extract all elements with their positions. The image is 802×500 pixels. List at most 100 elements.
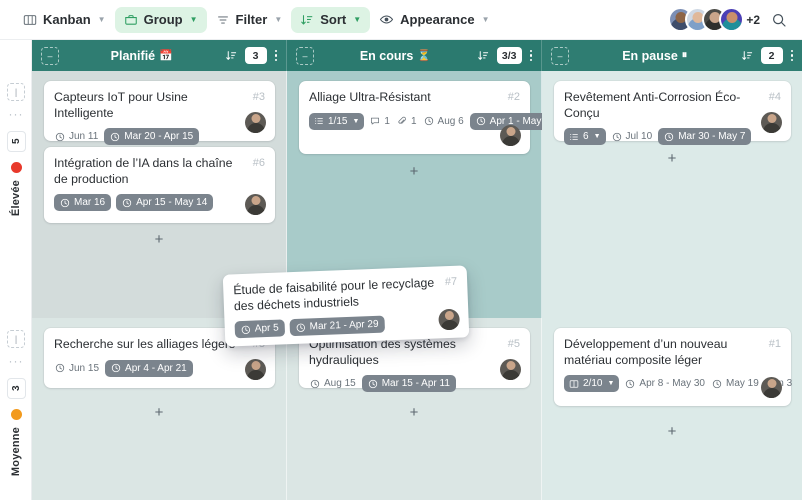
clock-icon (368, 379, 378, 389)
swimlane-menu-button[interactable]: ··· (9, 108, 24, 120)
card-assignee-avatar[interactable] (245, 112, 266, 133)
search-icon (771, 12, 787, 28)
card-chip-date[interactable]: Mar 16 (54, 194, 112, 211)
pause-emoji-icon: ⏸ (681, 49, 688, 61)
board-icon (569, 379, 579, 389)
card-chip-attachments[interactable]: 1 (396, 113, 418, 130)
card-id: #5 (507, 338, 520, 350)
card-chip-daterange[interactable]: Apr 15 - May 14 (116, 194, 214, 211)
collapse-column-button[interactable]: – (551, 46, 569, 65)
avatar[interactable] (719, 7, 745, 32)
card-chip-daterange[interactable]: Mar 21 - Apr 29 (289, 315, 385, 337)
card-chip-checklist[interactable]: 6 ▼ (564, 128, 606, 145)
card[interactable]: Développement d’un nouveau matériau comp… (554, 328, 792, 406)
column-sort-button[interactable] (477, 49, 490, 62)
card-assignee-avatar[interactable] (500, 125, 521, 146)
column-title: Planifié 📅 (59, 49, 225, 63)
add-card-button[interactable]: + (664, 423, 680, 439)
card-id: #4 (768, 91, 781, 103)
lane-dropzone[interactable]: Revêtement Anti-Corrosion Éco-Conçu #4 6… (542, 71, 802, 318)
swimlane-header-eleve: | ··· 5 Élevée (0, 71, 32, 318)
filter-button[interactable]: Filter ▼ (207, 7, 292, 33)
lane-dropzone[interactable]: Développement d’un nouveau matériau comp… (542, 318, 802, 500)
column-planifie: – Planifié 📅 3 Capteurs IoT pour Usine I… (32, 40, 287, 500)
card[interactable]: Intégration de l’IA dans la chaîne de pr… (44, 147, 275, 223)
swimlane-rail: | ··· 5 Élevée | ··· 3 Moyenne (0, 40, 32, 500)
dragged-card[interactable]: Étude de faisabilité pour le recyclage d… (222, 265, 470, 347)
card-chip-board[interactable]: 2/10 ▼ (564, 375, 620, 392)
column-title: En pause ⏸ (569, 49, 741, 63)
chip-text: 1 (410, 115, 417, 127)
view-kanban-label: Kanban (43, 12, 91, 27)
column-title-text: Planifié (110, 48, 156, 63)
column-header: – Planifié 📅 3 (32, 40, 287, 71)
chip-text: 1 (384, 115, 390, 127)
card-assignee-avatar[interactable] (245, 194, 266, 215)
card-chip-date[interactable]: Jul 10 (611, 128, 654, 145)
card-chip-daterange[interactable]: Apr 4 - Apr 21 (105, 359, 193, 377)
card-assignee-avatar[interactable] (245, 359, 266, 380)
avatar-overflow-count[interactable]: +2 (746, 13, 760, 27)
collapse-column-button[interactable]: – (296, 46, 314, 65)
column-count: 2 (760, 47, 783, 64)
card-chip-checklist[interactable]: 1/15 ▼ (309, 112, 365, 130)
checklist-icon (314, 116, 324, 126)
card-meta: Apr 5 Mar 21 - Apr 29 (234, 313, 459, 339)
card-assignee-avatar[interactable] (761, 112, 782, 133)
clock-icon (310, 379, 320, 389)
column-count: 3/3 (496, 47, 522, 64)
swimlane-menu-button[interactable]: ··· (9, 355, 24, 367)
column-menu-button[interactable] (529, 49, 532, 62)
card-assignee-avatar[interactable] (761, 377, 782, 398)
card-chip-comments[interactable]: 1 (369, 113, 391, 130)
add-card-button[interactable]: + (406, 163, 422, 179)
collapse-column-button[interactable]: – (41, 46, 59, 65)
card-assignee-avatar[interactable] (500, 359, 521, 380)
column-en-pause: – En pause ⏸ 2 Revêtement Anti-Corrosion… (542, 40, 802, 500)
card-chip-date[interactable]: Aug 6 (423, 113, 465, 130)
group-button[interactable]: Group ▼ (114, 6, 207, 33)
card-chip-daterange[interactable]: Mar 30 - May 7 (658, 128, 752, 145)
add-card-button[interactable]: + (406, 404, 422, 420)
add-card-button[interactable]: + (664, 150, 680, 166)
card-title: Développement d’un nouveau matériau comp… (564, 337, 728, 367)
column-sort-button[interactable] (225, 49, 238, 62)
add-card-button[interactable]: + (151, 231, 167, 247)
clock-icon (612, 132, 622, 142)
card-chip-daterange[interactable]: Apr 8 - May 30 (624, 375, 706, 392)
card-chip-date[interactable]: Aug 15 (309, 375, 357, 392)
column-body: Revêtement Anti-Corrosion Éco-Conçu #4 6… (542, 71, 802, 500)
card-chip-date[interactable]: Jun 11 (54, 128, 99, 145)
card-chip-daterange[interactable]: Mar 15 - Apr 11 (361, 375, 456, 392)
kanban-icon (23, 13, 37, 27)
card-id: #7 (444, 275, 458, 289)
lane-dropzone[interactable]: Optimisation des systèmes hydrauliques #… (287, 318, 542, 500)
column-sort-button[interactable] (741, 49, 754, 62)
clock-icon (111, 363, 121, 373)
collapse-swimlane-button[interactable]: | (7, 83, 25, 101)
chip-text: Mar 16 (74, 197, 106, 208)
sort-button[interactable]: Sort ▼ (291, 6, 371, 33)
appearance-button[interactable]: Appearance ▼ (370, 7, 498, 33)
card[interactable]: Alliage Ultra-Résistant #2 1/15 ▼ 1 1 Au… (299, 81, 561, 154)
card-chip-date[interactable]: Apr 5 (234, 319, 286, 339)
column-menu-button[interactable] (790, 49, 793, 62)
card-chip-daterange[interactable]: Mar 20 - Apr 15 (104, 128, 200, 145)
clock-icon (424, 116, 434, 126)
card-meta: 2/10 ▼ Apr 8 - May 30 May 19 - Jun 3 (564, 375, 792, 392)
card[interactable]: Revêtement Anti-Corrosion Éco-Conçu #4 6… (554, 81, 791, 145)
chip-text: Jun 11 (69, 131, 99, 142)
chevron-down-icon: ▼ (593, 133, 601, 140)
card-chip-date[interactable]: Jun 15 (54, 360, 100, 377)
card[interactable]: Capteurs IoT pour Usine Intelligente #3 … (44, 81, 275, 145)
collapse-swimlane-button[interactable]: | (7, 330, 25, 348)
card-meta: Mar 16 Apr 15 - May 14 (54, 194, 265, 211)
search-button[interactable] (766, 7, 792, 33)
add-card-button[interactable]: + (151, 404, 167, 420)
member-avatars[interactable]: +2 (668, 7, 760, 32)
view-kanban-button[interactable]: Kanban ▼ (14, 7, 115, 33)
column-header: – En cours ⏳ 3/3 (287, 40, 542, 71)
card-assignee-avatar[interactable] (438, 308, 460, 331)
column-menu-button[interactable] (274, 49, 277, 62)
clock-icon (296, 322, 306, 332)
